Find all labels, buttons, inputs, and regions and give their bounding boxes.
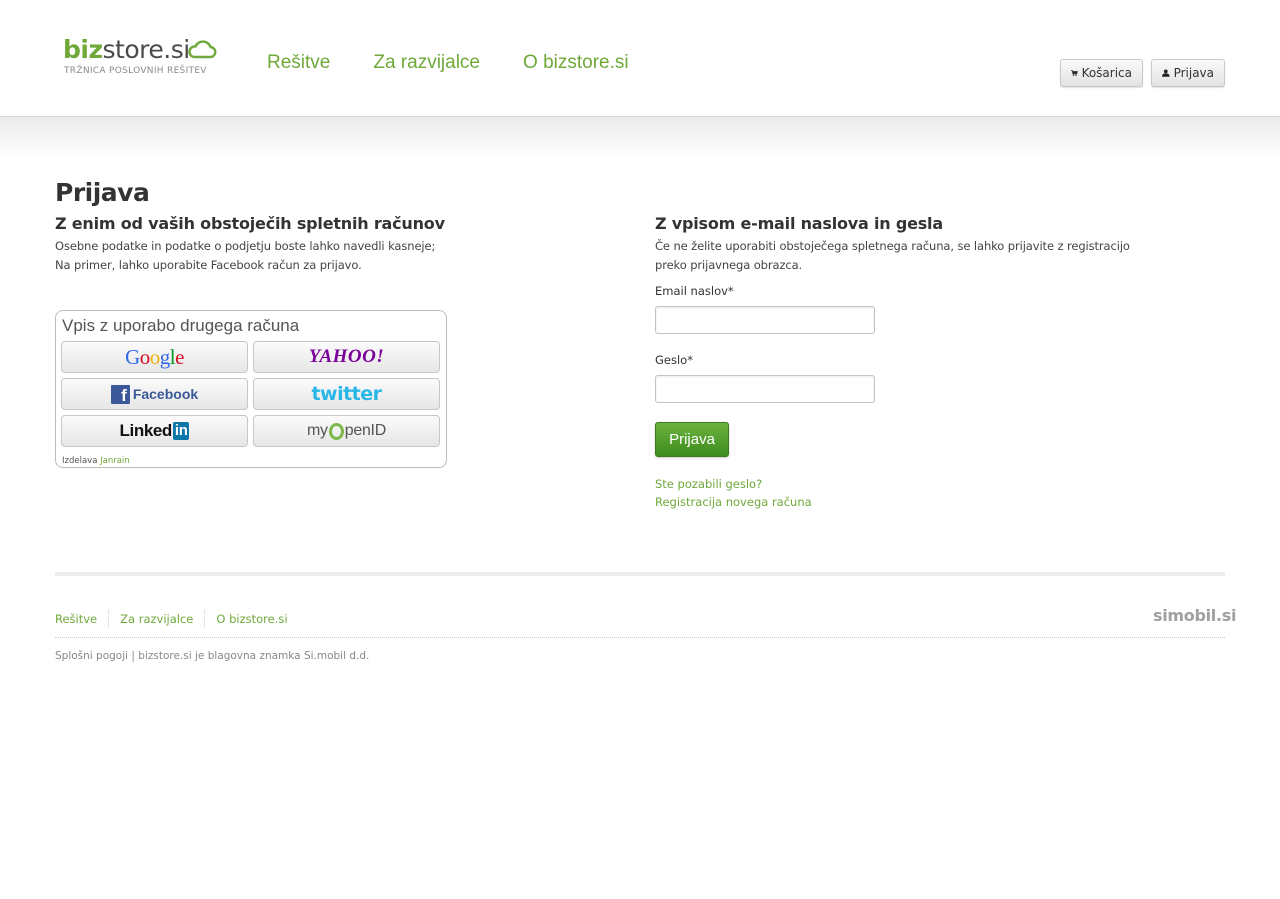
logo-biz: biz — [63, 35, 103, 64]
email-text-line2: preko prijavnega obrazca. — [655, 258, 803, 272]
email-field[interactable] — [655, 306, 875, 334]
openid-logo: my penID — [307, 422, 386, 440]
openid-login-button[interactable]: my penID — [253, 415, 440, 447]
social-login-widget: Vpis z uporabo drugega računa Google YAH… — [55, 310, 447, 468]
google-login-button[interactable]: Google — [61, 341, 248, 373]
facebook-wordmark: Facebook — [132, 386, 199, 402]
page-title: Prijava — [55, 178, 150, 207]
site-header: bizstore.si TRŽNICA POSLOVNIH REŠITEV Re… — [0, 0, 1280, 117]
social-text-line1: Osebne podatke in podatke o podjetju bos… — [55, 239, 436, 253]
footer-nav-o-bizstore[interactable]: O bizstore.si — [216, 612, 287, 626]
header-login-label: Prijava — [1173, 66, 1214, 80]
password-field[interactable] — [655, 375, 875, 403]
openid-my: my — [307, 422, 328, 439]
facebook-login-button[interactable]: f Facebook — [61, 378, 248, 410]
footer-separator — [108, 610, 110, 627]
header-shadow-band — [0, 117, 1280, 157]
main-nav: Rešitve Za razvijalce O bizstore.si — [267, 52, 672, 74]
openid-wordmark: penID — [344, 422, 387, 439]
logo-store: store.si — [102, 35, 191, 64]
openid-o-icon — [328, 422, 344, 440]
email-label: Email naslov* — [655, 284, 734, 298]
footer-legal-text: Splošni pogoji | bizstore.si je blagovna… — [55, 650, 370, 662]
user-icon — [1162, 69, 1170, 77]
footer-divider — [55, 572, 1225, 576]
widget-title: Vpis z uporabo drugega računa — [62, 316, 300, 335]
janrain-link[interactable]: Janrain — [100, 456, 130, 466]
footer-nav-resitve[interactable]: Rešitve — [55, 612, 97, 626]
social-login-heading: Z enim od vaših obstoječih spletnih raču… — [55, 214, 445, 233]
nav-o-bizstore[interactable]: O bizstore.si — [523, 52, 629, 74]
password-label: Geslo* — [655, 353, 693, 367]
nav-za-razvijalce[interactable]: Za razvijalce — [373, 52, 480, 74]
yahoo-logo: YAHOO! — [308, 346, 385, 367]
twitter-login-button[interactable]: twitter — [253, 378, 440, 410]
footer-nav-za-razvijalce[interactable]: Za razvijalce — [120, 612, 193, 626]
social-login-description: Osebne podatke in podatke o podjetju bos… — [55, 237, 435, 275]
linkedin-wordmark: Linked — [119, 421, 173, 440]
yahoo-login-button[interactable]: YAHOO! — [253, 341, 440, 373]
register-link[interactable]: Registracija novega računa — [655, 495, 812, 509]
footer-nav: Rešitve Za razvijalce O bizstore.si — [55, 610, 288, 627]
cart-label: Košarica — [1081, 66, 1132, 80]
cart-icon — [1071, 70, 1078, 76]
logo-tagline: TRŽNICA POSLOVNIH REŠITEV — [64, 66, 207, 76]
email-login-heading: Z vpisom e-mail naslova in gesla — [655, 214, 943, 233]
cloud-icon — [188, 40, 217, 59]
footer-dotted-divider — [55, 637, 1225, 638]
google-logo: Google — [125, 344, 184, 369]
site-logo[interactable]: bizstore.si TRŽNICA POSLOVNIH REŠITEV — [63, 36, 223, 80]
simobil-logo[interactable]: simobil.si — [1153, 606, 1236, 625]
linkedin-in-badge: in — [172, 422, 190, 440]
facebook-logo: f Facebook — [110, 384, 199, 404]
linkedin-logo: Linked in — [120, 421, 190, 441]
login-submit-button[interactable]: Prijava — [655, 422, 729, 457]
social-text-line2: Na primer, lahko uporabite Facebook raču… — [55, 258, 362, 272]
cart-button[interactable]: Košarica — [1060, 59, 1143, 87]
footer-separator — [204, 610, 206, 627]
powered-by: Izdelava Janrain — [62, 456, 130, 466]
email-text-line1: Če ne želite uporabiti obstoječega splet… — [655, 239, 1130, 253]
nav-resitve[interactable]: Rešitve — [267, 52, 330, 74]
forgot-password-link[interactable]: Ste pozabili geslo? — [655, 477, 762, 491]
linkedin-login-button[interactable]: Linked in — [61, 415, 248, 447]
powered-prefix: Izdelava — [62, 456, 98, 466]
header-login-button[interactable]: Prijava — [1151, 59, 1225, 87]
facebook-icon: f — [110, 384, 130, 404]
logo-wordmark: bizstore.si — [63, 36, 190, 64]
twitter-logo: twitter — [311, 383, 382, 405]
email-login-description: Če ne želite uporabiti obstoječega splet… — [655, 237, 1130, 275]
